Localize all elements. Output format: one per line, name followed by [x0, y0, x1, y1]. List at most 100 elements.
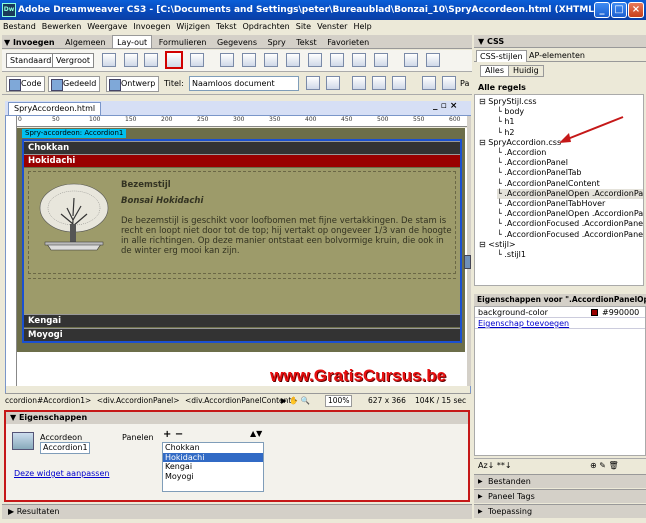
- customize-widget-link[interactable]: Deze widget aanpassen: [14, 469, 109, 478]
- spry-accordion[interactable]: Chokkan Hokidachi Bezemstijl Bonsai Hoki…: [22, 139, 462, 343]
- panel-list-item-selected[interactable]: Hokidachi: [163, 452, 263, 462]
- css-rule-node[interactable]: └ h2: [497, 128, 515, 138]
- vertical-scrollbar[interactable]: [467, 116, 471, 386]
- accordion-tab-hokidachi[interactable]: Hokidachi: [24, 154, 460, 167]
- split-view-button[interactable]: Gedeeld: [48, 76, 101, 92]
- properties-title[interactable]: ▼ Eigenschappen: [6, 412, 468, 424]
- tab-tekst[interactable]: Tekst: [292, 36, 320, 48]
- tag-selector-accordion[interactable]: ccordion#Accordion1>: [5, 396, 94, 405]
- title-input[interactable]: Naamloos document: [189, 76, 299, 91]
- css-stylesheet-node[interactable]: ⊟ <stijl>: [479, 240, 516, 250]
- panel-tag-inspector[interactable]: Paneel Tags: [474, 489, 646, 503]
- div-icon[interactable]: [124, 53, 138, 67]
- accordion-widget-label[interactable]: Spry-accordeon: Accordion1: [22, 129, 127, 138]
- css-rule-node[interactable]: └ .AccordionPanelOpen .AccordionPanelTa: [497, 188, 643, 199]
- document-window-controls[interactable]: _ ▫ ×: [433, 101, 457, 111]
- css-rule-node[interactable]: └ .AccordionPanelTabHover: [497, 199, 605, 209]
- menu-bewerken[interactable]: Bewerken: [39, 22, 85, 31]
- minimize-button[interactable]: _: [594, 2, 610, 18]
- insert-panel-title[interactable]: ▼ Invoegen: [2, 36, 59, 48]
- spry-collapsible-icon[interactable]: [220, 53, 234, 67]
- tab-favorieten[interactable]: Favorieten: [323, 36, 373, 48]
- menu-weergave[interactable]: Weergave: [84, 22, 130, 31]
- menu-tekst[interactable]: Tekst: [213, 22, 239, 31]
- tab-css-styles[interactable]: CSS-stijlen: [476, 50, 527, 62]
- menu-bestand[interactable]: Bestand: [0, 22, 39, 31]
- expanded-mode-button[interactable]: Vergroot: [52, 53, 95, 68]
- mode-current-button[interactable]: Huidig: [508, 65, 544, 77]
- check-page-icon[interactable]: [442, 76, 456, 90]
- css-property-row[interactable]: background-color #990000: [475, 307, 645, 318]
- panel-list-item[interactable]: Moyogi: [163, 472, 263, 482]
- cell-icon[interactable]: [308, 53, 322, 67]
- panel-list-item[interactable]: Chokkan: [163, 443, 263, 453]
- code-view-button[interactable]: Code: [6, 76, 46, 92]
- menu-venster[interactable]: Venster: [314, 22, 350, 31]
- zoom-select[interactable]: 100%: [325, 395, 353, 407]
- design-view-button[interactable]: Ontwerp: [106, 76, 160, 92]
- ap-div-icon[interactable]: [144, 53, 158, 67]
- maximize-button[interactable]: □: [611, 2, 627, 18]
- panel-list[interactable]: Chokkan Hokidachi Kengai Moyogi: [162, 442, 264, 492]
- iframe-icon[interactable]: [404, 53, 418, 67]
- panel-files[interactable]: Bestanden: [474, 474, 646, 488]
- css-actions-icons[interactable]: ⊕ ✎ 🗑: [590, 459, 619, 473]
- add-remove-panel-buttons[interactable]: + −: [163, 429, 183, 440]
- css-rule-node[interactable]: └ .AccordionPanelOpen .AccordionPanelTa: [497, 209, 643, 219]
- menu-help[interactable]: Help: [350, 22, 374, 31]
- results-panel[interactable]: ▶ Resultaten: [2, 504, 472, 519]
- row-icon[interactable]: [264, 53, 278, 67]
- css-rule-node[interactable]: └ body: [497, 107, 524, 117]
- panel-list-item[interactable]: Kengai: [163, 462, 263, 472]
- css-rule-node[interactable]: └ .AccordionPanel: [497, 158, 568, 168]
- view-options-icon[interactable]: [372, 76, 386, 90]
- merge-icon[interactable]: [330, 53, 344, 67]
- css-rule-node[interactable]: └ .AccordionFocused .AccordionPanelOpe: [497, 230, 643, 240]
- split-icon[interactable]: [352, 53, 366, 67]
- document-tab[interactable]: SpryAccordeon.html: [8, 102, 102, 115]
- menu-wijzigen[interactable]: Wijzigen: [173, 22, 213, 31]
- column-icon[interactable]: [286, 53, 300, 67]
- standard-mode-button[interactable]: Standaard: [6, 53, 56, 68]
- validate-icon[interactable]: [422, 76, 436, 90]
- layout-icon[interactable]: [426, 53, 440, 67]
- tab-ap-elements[interactable]: AP-elementen: [526, 50, 588, 61]
- preview-icon[interactable]: [326, 76, 340, 90]
- refresh-icon[interactable]: [352, 76, 366, 90]
- window-dimensions[interactable]: 627 x 366: [368, 394, 406, 407]
- menu-opdrachten[interactable]: Opdrachten: [239, 22, 292, 31]
- accordion-tab-chokkan[interactable]: Chokkan: [24, 141, 460, 154]
- select-tools[interactable]: ▶ ✋ 🔍: [281, 394, 310, 407]
- css-rule-node[interactable]: └ .AccordionPanelTab: [497, 168, 581, 178]
- menu-site[interactable]: Site: [293, 22, 314, 31]
- css-stylesheet-node[interactable]: ⊟ SpryAccordion.css: [479, 138, 561, 148]
- file-management-icon[interactable]: [306, 76, 320, 90]
- spry-tabs-icon[interactable]: [190, 53, 204, 67]
- css-view-toggles[interactable]: Az↓ **↓: [478, 461, 512, 470]
- tab-algemeen[interactable]: Algemeen: [61, 36, 109, 48]
- mode-all-button[interactable]: Alles: [480, 65, 510, 77]
- visual-aids-icon[interactable]: [392, 76, 406, 90]
- frame-icon[interactable]: [374, 53, 388, 67]
- spry-accordion-icon[interactable]: [165, 51, 183, 69]
- frames-icon[interactable]: [242, 53, 256, 67]
- css-rule-node[interactable]: └ .Accordion: [497, 148, 546, 158]
- css-rule-node[interactable]: └ .AccordionFocused .AccordionPanelTa: [497, 219, 643, 229]
- menu-invoegen[interactable]: Invoegen: [130, 22, 173, 31]
- tab-gegevens[interactable]: Gegevens: [213, 36, 261, 48]
- css-panel-title[interactable]: ▼ CSS: [474, 35, 646, 48]
- close-button[interactable]: ×: [628, 2, 644, 18]
- css-rule-node[interactable]: └ .AccordionPanelContent: [497, 179, 600, 189]
- tab-spry[interactable]: Spry: [264, 36, 290, 48]
- widget-name-input[interactable]: Accordion1: [40, 442, 90, 454]
- tab-formulieren[interactable]: Formulieren: [155, 36, 211, 48]
- tab-lay-out[interactable]: Lay-out: [112, 35, 153, 48]
- panel-application[interactable]: Toepassing: [474, 504, 646, 518]
- color-swatch[interactable]: [591, 309, 598, 316]
- table-icon[interactable]: [102, 53, 116, 67]
- move-panel-buttons[interactable]: ▲▼: [250, 429, 262, 438]
- add-property-row[interactable]: Eigenschap toevoegen: [475, 318, 645, 329]
- css-rule-node[interactable]: └ .stijl1: [497, 250, 526, 260]
- css-property-value[interactable]: #990000: [602, 307, 639, 318]
- panel-collapse-handle[interactable]: [464, 255, 471, 269]
